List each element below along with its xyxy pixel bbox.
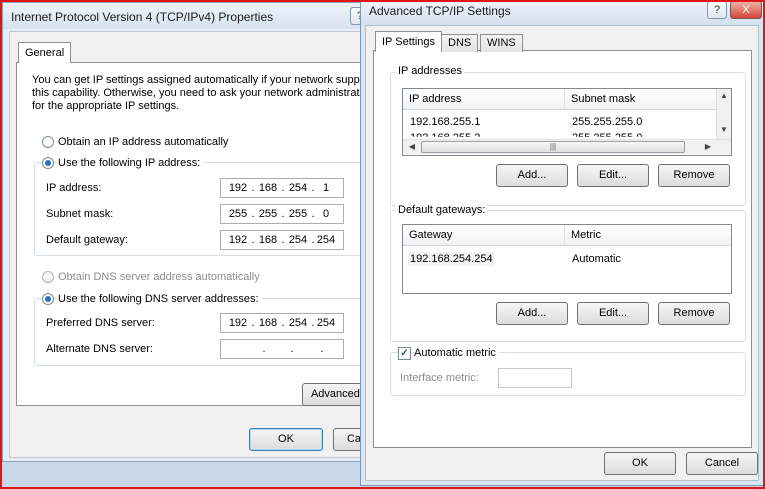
scroll-thumb[interactable]: ||| [421,141,685,153]
advanced-tcpip-window: Advanced TCP/IP Settings ? X IP Settings… [360,0,764,486]
alternate-dns-label: Alternate DNS server: [46,343,153,355]
gateway-row-metric[interactable]: Automatic [572,253,621,265]
column-gateway[interactable]: Gateway [403,225,565,245]
scroll-right-icon[interactable]: ▶ [701,142,715,151]
default-gateway-input[interactable]: 192. 168. 254. 254 [220,230,344,250]
scroll-left-icon[interactable]: ◀ [405,142,419,151]
ipv4-title-bar[interactable]: Internet Protocol Version 4 (TCP/IPv4) P… [3,3,383,29]
column-ip-address[interactable]: IP address [403,89,565,109]
ip-octet: 168 [258,182,278,194]
advanced-ok-button[interactable]: OK [604,452,676,475]
interface-metric-input[interactable] [498,368,572,388]
ip-row-mask[interactable]: 255.255.255.0 [572,116,642,128]
dns-octet: 192 [228,317,248,329]
scroll-down-icon[interactable]: ▼ [717,125,731,134]
preferred-dns-input[interactable]: 192. 168. 254. 254 [220,313,344,333]
ipv4-window-title: Internet Protocol Version 4 (TCP/IPv4) P… [11,10,274,24]
gateway-edit-button[interactable]: Edit... [577,302,649,325]
preferred-dns-label: Preferred DNS server: [46,317,155,329]
automatic-metric-label[interactable]: Automatic metric [414,347,499,359]
mask-octet: 0 [322,208,330,220]
tab-dns[interactable]: DNS [441,34,479,52]
use-following-ip-label[interactable]: Use the following IP address: [58,157,204,169]
ip-add-button[interactable]: Add... [496,164,568,187]
column-subnet-mask[interactable]: Subnet mask [565,89,716,109]
subnet-mask-label: Subnet mask: [46,208,114,220]
obtain-dns-auto-label[interactable]: Obtain DNS server address automatically [58,271,260,283]
gateway-octet: 254 [288,234,308,246]
dns-dot: . [290,343,294,355]
ip-list-vertical-scrollbar[interactable]: ▲ ▼ [716,89,731,139]
ip-address-input[interactable]: 192. 168. 254. 1 [220,178,344,198]
ip-octet: 192 [228,182,248,194]
alternate-dns-input[interactable]: ... [220,339,344,359]
close-button[interactable]: X [730,1,762,19]
ipv4-client-area: General You can get IP settings assigned… [9,31,379,458]
ip-remove-button[interactable]: Remove [658,164,730,187]
advanced-window-title: Advanced TCP/IP Settings [369,4,511,18]
tab-wins[interactable]: WINS [480,34,523,52]
ipv4-ok-button[interactable]: OK [249,428,323,451]
obtain-ip-auto-radio[interactable] [42,136,54,148]
ip-addresses-legend: IP addresses [396,65,465,77]
use-following-dns-radio[interactable] [42,293,54,305]
dns-octet: 168 [258,317,278,329]
advanced-title-bar[interactable]: Advanced TCP/IP Settings ? X [361,1,763,25]
advanced-help-button[interactable]: ? [707,1,727,19]
ip-row-address[interactable]: 192.168.255.1 [410,116,480,128]
gateway-remove-button[interactable]: Remove [658,302,730,325]
ip-octet: 254 [288,182,308,194]
ip-address-label: IP address: [46,182,102,194]
gateways-list[interactable]: Gateway Metric 192.168.254.254 Automatic [402,224,732,294]
tab-ip-settings[interactable]: IP Settings [375,31,442,52]
gateway-add-button[interactable]: Add... [496,302,568,325]
gateways-legend: Default gateways: [396,204,488,216]
automatic-metric-checkbox[interactable]: ✓ [398,347,411,360]
dns-dot: . [262,343,266,355]
description-text: You can get IP settings assigned automat… [32,74,372,113]
mask-octet: 255 [288,208,308,220]
advanced-cancel-button[interactable]: Cancel [686,452,758,475]
dns-dot: . [320,343,324,355]
obtain-ip-auto-label[interactable]: Obtain an IP address automatically [58,136,228,148]
advanced-client-area: IP Settings DNS WINS IP addresses IP add… [365,25,759,481]
tab-general[interactable]: General [18,42,72,63]
gateway-row-address[interactable]: 192.168.254.254 [408,252,495,266]
obtain-dns-auto-radio[interactable] [42,271,54,283]
ip-list-horizontal-scrollbar[interactable]: ◀ ||| ▶ [403,139,731,154]
description-line: this capability. Otherwise, you need to … [32,87,362,99]
scroll-up-icon[interactable]: ▲ [717,91,731,100]
gateway-octet: 192 [228,234,248,246]
default-gateway-label: Default gateway: [46,234,128,246]
ip-list-header: IP address Subnet mask [403,89,717,110]
mask-octet: 255 [258,208,278,220]
description-line: You can get IP settings assigned automat… [32,74,366,86]
ipv4-properties-window: Internet Protocol Version 4 (TCP/IPv4) P… [2,2,384,462]
gateway-octet: 254 [316,234,336,246]
dns-octet: 254 [288,317,308,329]
column-metric[interactable]: Metric [565,225,729,245]
gateway-list-header: Gateway Metric [403,225,731,246]
use-following-dns-label[interactable]: Use the following DNS server addresses: [58,293,262,305]
interface-metric-label: Interface metric: [400,372,479,384]
ip-edit-button[interactable]: Edit... [577,164,649,187]
ip-addresses-list[interactable]: IP address Subnet mask 192.168.255.1 255… [402,88,732,156]
use-following-ip-radio[interactable] [42,157,54,169]
subnet-mask-input[interactable]: 255. 255. 255. 0 [220,204,344,224]
ip-octet: 1 [322,182,330,194]
mask-octet: 255 [228,208,248,220]
description-line: for the appropriate IP settings. [32,100,180,112]
dns-octet: 254 [316,317,336,329]
gateway-octet: 168 [258,234,278,246]
